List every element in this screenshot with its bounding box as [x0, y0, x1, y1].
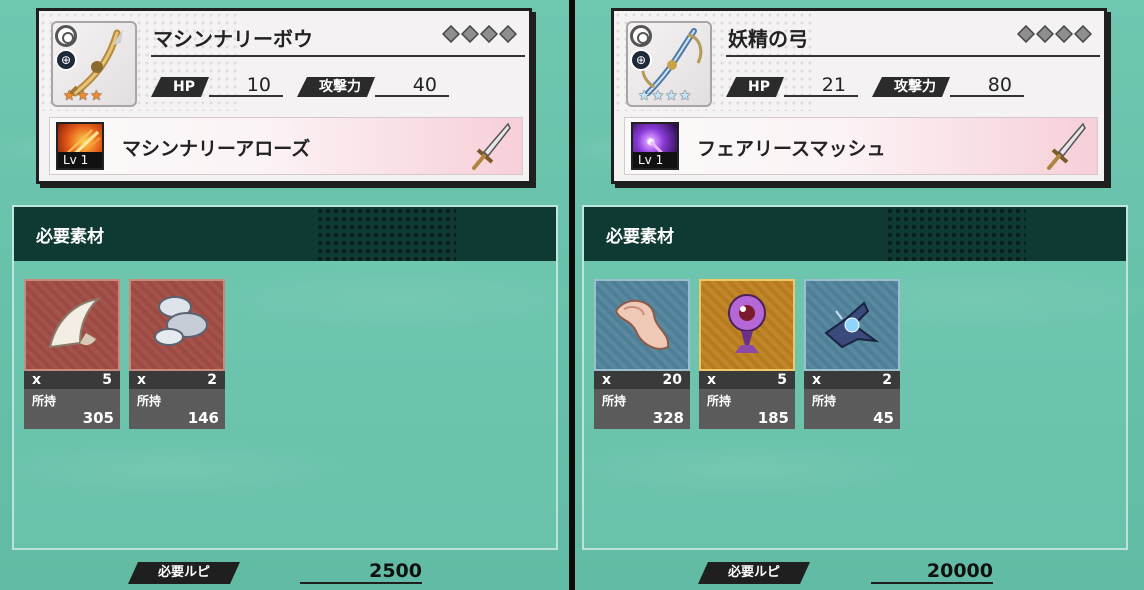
divider [151, 55, 525, 57]
material-quantity: x5 [699, 371, 795, 389]
star-icon: ★ [63, 88, 76, 104]
gem-slots [442, 25, 517, 43]
sword-icon [1047, 122, 1086, 170]
hp-value: 10 [208, 75, 283, 97]
gem-slot-icon [1017, 25, 1035, 43]
weapon-panel-left: ⊕ ★ ★ ★ マシンナリーボウ HP 10 攻撃力 40 Lv 1 マシンナリーア… [0, 0, 569, 590]
hp-label: HP [151, 77, 209, 97]
rarity-stars: ★ ★ ★ [63, 89, 103, 103]
attack-label: 攻撃力 [872, 77, 950, 97]
rarity-stars: ★ ★ ★ ★ [638, 89, 691, 103]
gem-slot-icon [480, 25, 498, 43]
attack-value: 40 [374, 75, 449, 97]
skill-name: フェアリースマッシュ [697, 138, 886, 160]
material-owned: 所持 45 [804, 389, 900, 429]
required-materials-section: 必要素材 x5 所持 305 x 2 所持 146 [12, 205, 558, 550]
gem-slot-icon [1074, 25, 1092, 43]
materials-title: 必要素材 [36, 227, 104, 247]
divider [726, 55, 1100, 57]
gem-slot-icon [499, 25, 517, 43]
materials-header: 必要素材 [14, 207, 556, 261]
element-badge-icon [55, 25, 77, 47]
stones-icon [129, 279, 225, 371]
materials-header: 必要素材 [584, 207, 1126, 261]
skill-level: Lv 1 [58, 152, 102, 168]
gem-slots [1017, 25, 1092, 43]
required-rupee-label: 必要ルピ [698, 562, 810, 584]
gem-slot-icon [461, 25, 479, 43]
sword-icon [472, 122, 511, 170]
weapon-panel-right: ⊕ ★ ★ ★ ★ 妖精の弓 HP 21 攻撃力 80 Lv 1 フェアリースマッシュ [575, 0, 1144, 590]
required-materials-section: 必要素材 x 20 所持 328 x 5 所持 185 x 2 所持 45 [582, 205, 1128, 550]
eye-orb-icon [699, 279, 795, 371]
skill-row[interactable]: Lv 1 マシンナリーアローズ [49, 117, 523, 175]
attack-value: 80 [949, 75, 1024, 97]
weapon-icon: ⊕ ★ ★ ★ [51, 21, 137, 107]
weapon-card: ⊕ ★ ★ ★ ★ 妖精の弓 HP 21 攻撃力 80 Lv 1 フェアリースマッシュ [611, 8, 1107, 184]
required-rupee-value: 20000 [871, 560, 993, 584]
weapon-name: 妖精の弓 [728, 27, 808, 51]
star-icon: ★ [665, 88, 678, 104]
bow-type-icon: ⊕ [630, 49, 652, 71]
required-rupee-label: 必要ルピ [128, 562, 240, 584]
material-owned: 所持 146 [129, 389, 225, 429]
material-item[interactable]: x5 所持 185 [699, 279, 795, 429]
crystal-icon [804, 279, 900, 371]
hp-label: HP [726, 77, 784, 97]
stats-row: HP 10 攻撃力 40 [151, 75, 449, 101]
fire-arrow-icon: Lv 1 [56, 122, 104, 170]
star-icon: ★ [76, 88, 90, 104]
claw-icon [24, 279, 120, 371]
material-item[interactable]: x2 所持 146 [129, 279, 225, 429]
star-icon: ★ [651, 88, 665, 104]
element-badge-icon [630, 25, 652, 47]
weapon-icon: ⊕ ★ ★ ★ ★ [626, 21, 712, 107]
material-item[interactable]: x 20 所持 328 [594, 279, 690, 429]
required-rupee-value: 2500 [300, 560, 422, 584]
materials-list: x5 所持 305 x2 所持 146 [24, 279, 225, 429]
attack-label: 攻撃力 [297, 77, 375, 97]
star-icon: ★ [638, 88, 651, 104]
skill-name: マシンナリーアローズ [122, 138, 311, 160]
weapon-name: マシンナリーボウ [153, 27, 313, 51]
material-item[interactable]: x5 所持 305 [24, 279, 120, 429]
skill-level: Lv 1 [633, 152, 677, 168]
material-owned: 所持 328 [594, 389, 690, 429]
material-owned: 所持 305 [24, 389, 120, 429]
hp-value: 21 [783, 75, 858, 97]
material-quantity: x2 [804, 371, 900, 389]
materials-list: x 20 所持 328 x5 所持 185 x 2 所持 45 [594, 279, 900, 429]
bow-type-icon: ⊕ [55, 49, 77, 71]
gem-slot-icon [442, 25, 460, 43]
material-quantity: x2 [129, 371, 225, 389]
shell-icon [594, 279, 690, 371]
material-quantity: x 20 [594, 371, 690, 389]
star-icon: ★ [90, 88, 103, 104]
purple-orb-icon: Lv 1 [631, 122, 679, 170]
gem-slot-icon [1036, 25, 1054, 43]
gem-slot-icon [1055, 25, 1073, 43]
materials-title: 必要素材 [606, 227, 674, 247]
skill-row[interactable]: Lv 1 フェアリースマッシュ [624, 117, 1098, 175]
material-owned: 所持 185 [699, 389, 795, 429]
material-item[interactable]: x2 所持 45 [804, 279, 900, 429]
star-icon: ★ [678, 88, 692, 104]
material-quantity: x5 [24, 371, 120, 389]
stats-row: HP 21 攻撃力 80 [726, 75, 1024, 101]
weapon-card: ⊕ ★ ★ ★ マシンナリーボウ HP 10 攻撃力 40 Lv 1 マシンナリーア… [36, 8, 532, 184]
